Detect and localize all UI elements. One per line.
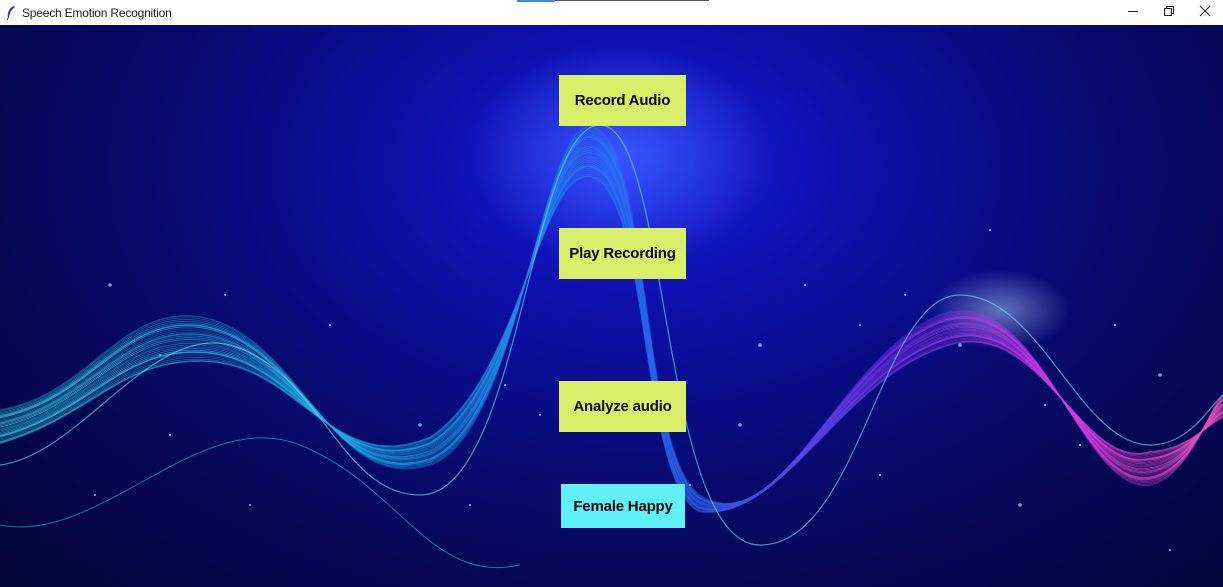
- app-window: Speech Emotion Recognition Record Audio …: [0, 0, 1223, 587]
- background-canvas: Record Audio Play Recording Analyze audi…: [0, 25, 1223, 587]
- emotion-result-label: Female Happy: [561, 484, 685, 528]
- minimize-button[interactable]: [1115, 0, 1151, 25]
- title-bar: Speech Emotion Recognition: [0, 0, 1223, 25]
- record-audio-button[interactable]: Record Audio: [559, 75, 686, 126]
- analyze-audio-button[interactable]: Analyze audio: [559, 381, 686, 432]
- window-title: Speech Emotion Recognition: [22, 5, 172, 20]
- feather-icon: [4, 5, 18, 20]
- restore-icon: [1163, 4, 1175, 22]
- title-accent-line: [517, 0, 709, 2]
- close-button[interactable]: [1187, 0, 1223, 25]
- close-icon: [1199, 4, 1211, 22]
- restore-button[interactable]: [1151, 0, 1187, 25]
- play-recording-button[interactable]: Play Recording: [559, 228, 686, 279]
- window-controls: [1115, 0, 1223, 25]
- minimize-icon: [1127, 4, 1139, 22]
